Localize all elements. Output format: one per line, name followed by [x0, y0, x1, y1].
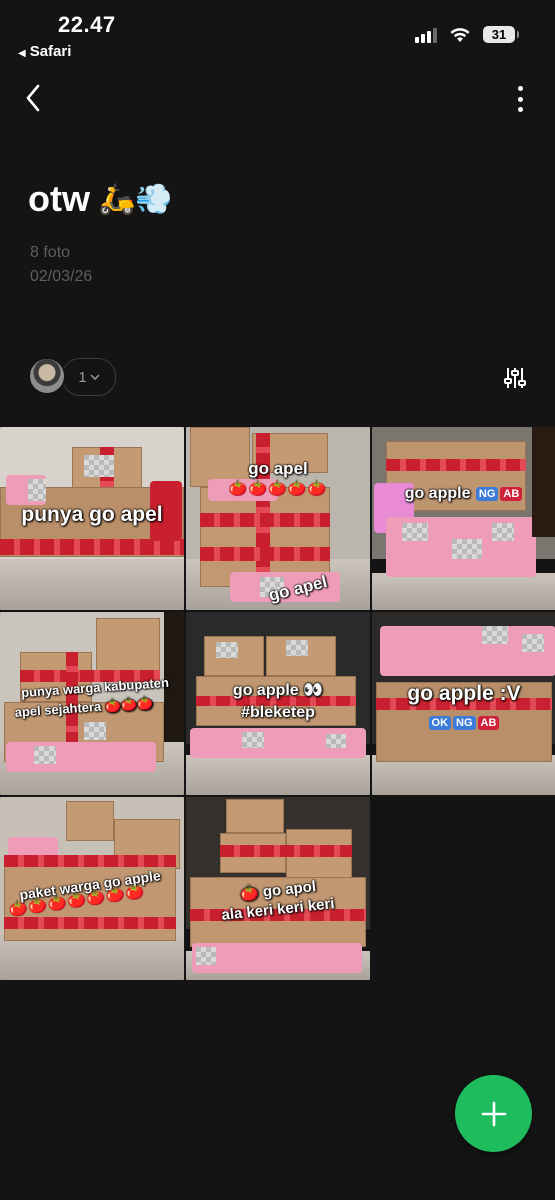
photo-apples: 🍅 [239, 884, 260, 903]
filter-settings-button[interactable] [503, 366, 527, 390]
photo-tile[interactable]: go apel 🍅🍅🍅🍅🍅 go apel [186, 427, 370, 610]
ok-badge: OK [428, 716, 452, 731]
ng-badge: NG [453, 716, 476, 731]
ab-badge: AB [500, 486, 523, 501]
back-triangle-icon: ◀ [18, 48, 26, 59]
battery-icon: 31 [483, 26, 519, 43]
photo-caption-2: #bleketep [241, 704, 315, 721]
member-count-button[interactable]: 1 [62, 358, 116, 396]
wifi-icon [450, 27, 470, 42]
back-to-app-link[interactable]: ◀ Safari [18, 43, 71, 60]
photo-count: 8 foto [30, 244, 71, 261]
back-app-label: Safari [29, 43, 72, 60]
chevron-down-icon [90, 374, 100, 380]
album-date: 02/03/26 [30, 268, 93, 285]
member-avatar[interactable] [28, 357, 66, 395]
photo-tile[interactable]: paket warga go apple 🍅🍅🍅🍅🍅🍅🍅 [0, 797, 184, 980]
chevron-left-icon [26, 84, 40, 112]
add-photo-button[interactable] [455, 1075, 532, 1152]
photo-caption: go apple NG AB [372, 485, 555, 503]
photo-tags: OK NG AB [372, 714, 555, 731]
battery-level: 31 [491, 27, 507, 42]
album-title-text: otw [28, 178, 90, 219]
album-title: otw 🛵💨 [28, 178, 173, 220]
photo-tile[interactable]: go apple NG AB [372, 427, 555, 610]
photo-apples: 🍅🍅🍅🍅🍅 [228, 480, 328, 497]
photo-tile[interactable]: 🍅 go apol ala keri keri keri [186, 797, 370, 980]
more-options-button[interactable] [511, 84, 529, 114]
photo-apples: 🍅🍅🍅 [104, 695, 154, 714]
status-icons: 31 [415, 26, 519, 43]
member-count: 1 [78, 368, 87, 386]
sliders-icon [504, 368, 526, 388]
photo-caption: punya go apel [21, 503, 163, 526]
photo-tile[interactable]: go apple :V OK NG AB [372, 612, 555, 795]
more-dot-icon [517, 107, 523, 112]
status-time: 22.47 [58, 12, 116, 37]
photo-tile[interactable]: punya warga kabupaten apel sejahtera 🍅🍅🍅 [0, 612, 184, 795]
cellular-signal-icon [415, 27, 437, 43]
photo-caption: go apple :V [407, 682, 521, 705]
ng-badge: NG [475, 486, 499, 501]
photo-tile[interactable]: go apple 👀 #bleketep [186, 612, 370, 795]
album-title-emoji: 🛵💨 [97, 182, 173, 216]
photo-caption: go apple 👀 [232, 682, 324, 699]
more-dot-icon [517, 86, 523, 91]
plus-icon [481, 1101, 506, 1126]
ab-badge: AB [477, 716, 500, 731]
back-button[interactable] [18, 80, 48, 116]
photo-tile[interactable]: punya go apel [0, 427, 184, 610]
more-dot-icon [517, 96, 523, 102]
photo-caption: go apel [248, 459, 308, 478]
photo-caption-text: go apple [404, 485, 471, 502]
